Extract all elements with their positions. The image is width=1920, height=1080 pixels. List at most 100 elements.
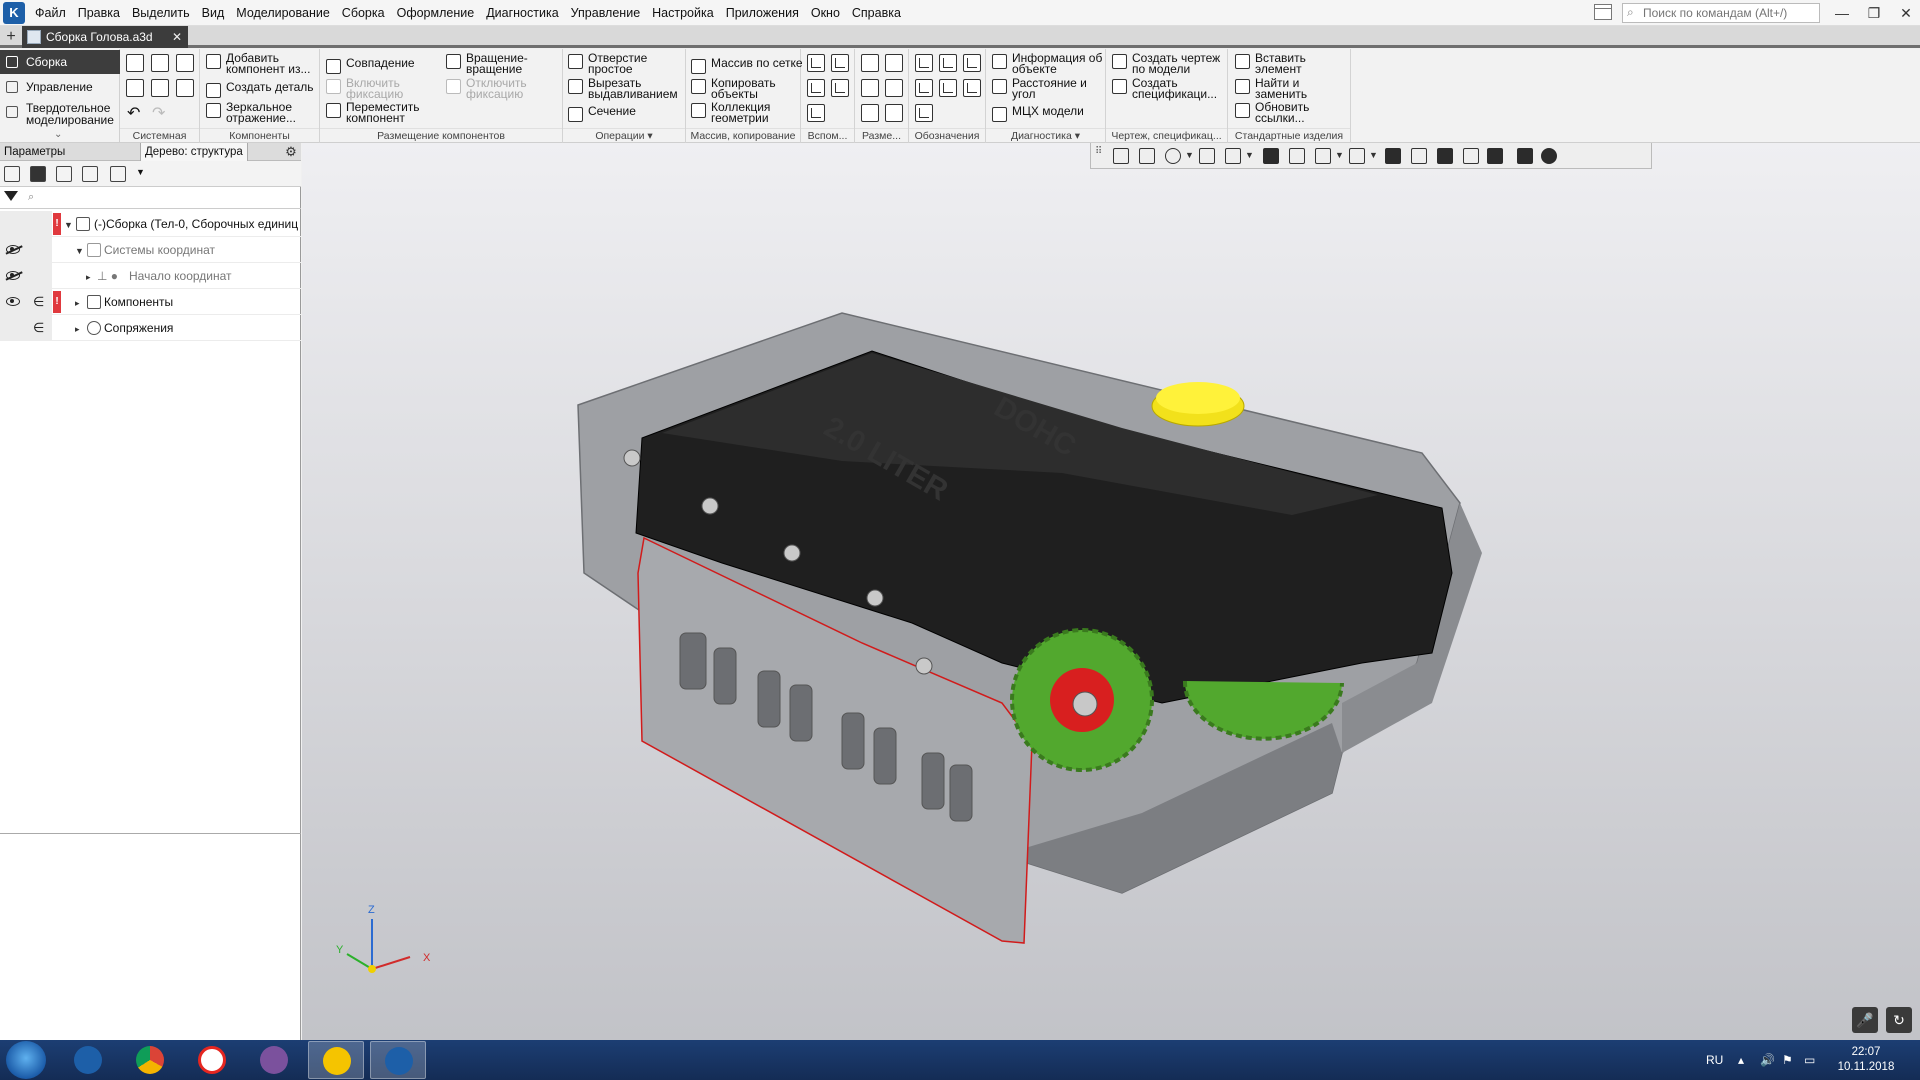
taskbar-app-icon[interactable] <box>308 1041 364 1079</box>
language-indicator[interactable]: RU <box>1706 1040 1723 1080</box>
clock[interactable]: 22:07 10.11.2018 <box>1826 1045 1906 1075</box>
include-icon[interactable]: ∈ <box>33 289 44 315</box>
mark-icon[interactable] <box>939 79 957 97</box>
restore-button[interactable]: ❐ <box>1858 0 1890 26</box>
undo-icon[interactable]: ↶ <box>127 103 140 123</box>
aux-point-icon[interactable] <box>831 79 849 97</box>
tree-select-icon[interactable] <box>82 166 98 182</box>
taskbar-yandex-icon[interactable] <box>184 1041 240 1079</box>
create-drawing-button[interactable]: Создать чертеж по модели <box>1112 52 1226 75</box>
create-spec-button[interactable]: Создать спецификаци... <box>1112 77 1226 100</box>
coincidence-button[interactable]: Совпадение <box>326 57 415 74</box>
3d-viewport[interactable]: ⠿ ▼ ▼ ▼ ▼ DOHC 2.0 LITER Z X Y 🎤 ↻ <box>302 143 1920 1040</box>
mode-management[interactable]: Управление <box>0 75 120 99</box>
rotate-rotate-button[interactable]: Вращение-вращение <box>446 52 538 75</box>
base-icon[interactable] <box>963 54 981 72</box>
menu-window[interactable]: Окно <box>805 0 846 26</box>
start-button[interactable] <box>6 1041 46 1079</box>
expand-icon[interactable]: ▸ <box>75 290 80 316</box>
tolerance-icon[interactable] <box>915 79 933 97</box>
grid-array-button[interactable]: Массив по сетке <box>691 57 803 74</box>
mirror-button[interactable]: Зеркальное отражение... <box>206 101 318 124</box>
kompas-logo-icon[interactable]: K <box>3 1 25 24</box>
network-icon[interactable]: ⚑ <box>1782 1040 1793 1080</box>
tree-item-components[interactable]: ∈ ! ▸ Компоненты <box>0 289 301 315</box>
radial-dim-icon[interactable] <box>885 79 903 97</box>
preview-icon[interactable] <box>151 79 169 97</box>
update-links-button[interactable]: Обновить ссылки... <box>1235 101 1325 124</box>
tree-sort-icon[interactable] <box>110 166 126 182</box>
menu-view[interactable]: Вид <box>196 0 231 26</box>
linear-dim-icon[interactable] <box>861 54 879 72</box>
tray-expand-icon[interactable]: ▴ <box>1738 1040 1744 1080</box>
menu-file[interactable]: Файл <box>29 0 72 26</box>
microphone-icon[interactable]: 🎤 <box>1852 1007 1878 1033</box>
taskbar-kompas-active[interactable] <box>370 1041 426 1079</box>
section-button[interactable]: Сечение <box>568 105 636 122</box>
angular-dim-icon[interactable] <box>885 54 903 72</box>
refresh-icon[interactable]: ↻ <box>1886 1007 1912 1033</box>
weld-icon[interactable] <box>915 104 933 122</box>
structure-view-icon[interactable] <box>30 166 46 182</box>
tree-item-mates[interactable]: ∈ ▸ Сопряжения <box>0 315 301 341</box>
chevron-down-icon[interactable]: ▼ <box>136 167 145 177</box>
save-all-icon[interactable] <box>176 79 194 97</box>
filter-icon[interactable] <box>4 191 18 201</box>
mode-assembly[interactable]: Сборка <box>0 50 120 74</box>
tree-view-icon[interactable] <box>4 166 20 182</box>
new-document-button[interactable]: + <box>2 28 20 46</box>
volume-icon[interactable]: 🔊 <box>1760 1040 1775 1080</box>
insert-element-button[interactable]: Вставить элемент <box>1235 52 1325 75</box>
add-component-button[interactable]: Добавить компонент из... <box>206 52 318 75</box>
menu-applications[interactable]: Приложения <box>720 0 805 26</box>
close-tab-icon[interactable]: ✕ <box>172 26 182 48</box>
menu-select[interactable]: Выделить <box>126 0 196 26</box>
auto-dim-icon[interactable] <box>861 104 879 122</box>
mode-solid-modeling[interactable]: Твердотельное моделирование <box>0 100 120 128</box>
close-window-button[interactable]: ✕ <box>1890 0 1920 26</box>
eye-icon[interactable] <box>6 297 20 306</box>
tree-display-icon[interactable] <box>56 166 72 182</box>
position-icon[interactable] <box>963 79 981 97</box>
save-icon[interactable] <box>176 54 194 72</box>
panels-layout-icon[interactable] <box>1594 4 1612 20</box>
diameter-dim-icon[interactable] <box>861 79 879 97</box>
find-replace-button[interactable]: Найти и заменить <box>1235 77 1325 100</box>
tree-item-coord-systems[interactable]: ▼ Системы координат <box>0 237 301 263</box>
document-tab[interactable]: Сборка Голова.a3d ✕ <box>22 26 188 48</box>
copy-objects-button[interactable]: Копировать объекты <box>691 77 783 100</box>
taskbar-viber-icon[interactable] <box>246 1041 302 1079</box>
new-file-icon[interactable] <box>126 54 144 72</box>
aux-line-icon[interactable] <box>807 104 825 122</box>
aux-offset-icon[interactable] <box>807 79 825 97</box>
collapse-icon[interactable]: ▼ <box>64 212 73 238</box>
taskbar-kompas-icon[interactable] <box>60 1041 116 1079</box>
create-part-button[interactable]: Создать деталь <box>206 81 314 98</box>
menu-design[interactable]: Оформление <box>391 0 481 26</box>
taskbar-chrome-icon[interactable] <box>122 1041 178 1079</box>
print-icon[interactable] <box>126 79 144 97</box>
simple-hole-button[interactable]: Отверстие простое <box>568 52 660 75</box>
engine-head-model[interactable]: DOHC 2.0 LITER Z X Y <box>302 143 1920 1040</box>
action-center-icon[interactable]: ▭ <box>1804 1040 1815 1080</box>
roughness-icon[interactable] <box>915 54 933 72</box>
mass-properties-button[interactable]: МЦХ модели <box>992 105 1084 122</box>
object-info-button[interactable]: Информация об объекте <box>992 52 1108 75</box>
geometry-collection-button[interactable]: Коллекция геометрии <box>691 101 783 124</box>
tab-tree-structure[interactable]: Дерево: структура <box>140 143 248 161</box>
open-file-icon[interactable] <box>151 54 169 72</box>
tree-search-input[interactable] <box>24 189 299 207</box>
move-component-button[interactable]: Переместить компонент <box>326 101 426 124</box>
tree-item-origin[interactable]: ▸ ⊥ ● Начало координат <box>0 263 301 289</box>
menu-settings[interactable]: Настройка <box>646 0 720 26</box>
panel-divider[interactable] <box>0 833 301 834</box>
gear-icon[interactable]: ⚙ <box>283 144 299 160</box>
leader-icon[interactable] <box>939 54 957 72</box>
expand-icon[interactable]: ▸ <box>86 264 91 290</box>
dim-settings-icon[interactable] <box>885 104 903 122</box>
hidden-eye-icon[interactable] <box>6 245 20 254</box>
group-diagnostics-label[interactable]: Диагностика ▾ <box>986 128 1105 143</box>
include-icon[interactable]: ∈ <box>33 315 44 341</box>
tree-item-assembly[interactable]: ! ▼ (-)Сборка (Тел-0, Сборочных единиц <box>0 211 301 237</box>
aux-plane-icon[interactable] <box>831 54 849 72</box>
